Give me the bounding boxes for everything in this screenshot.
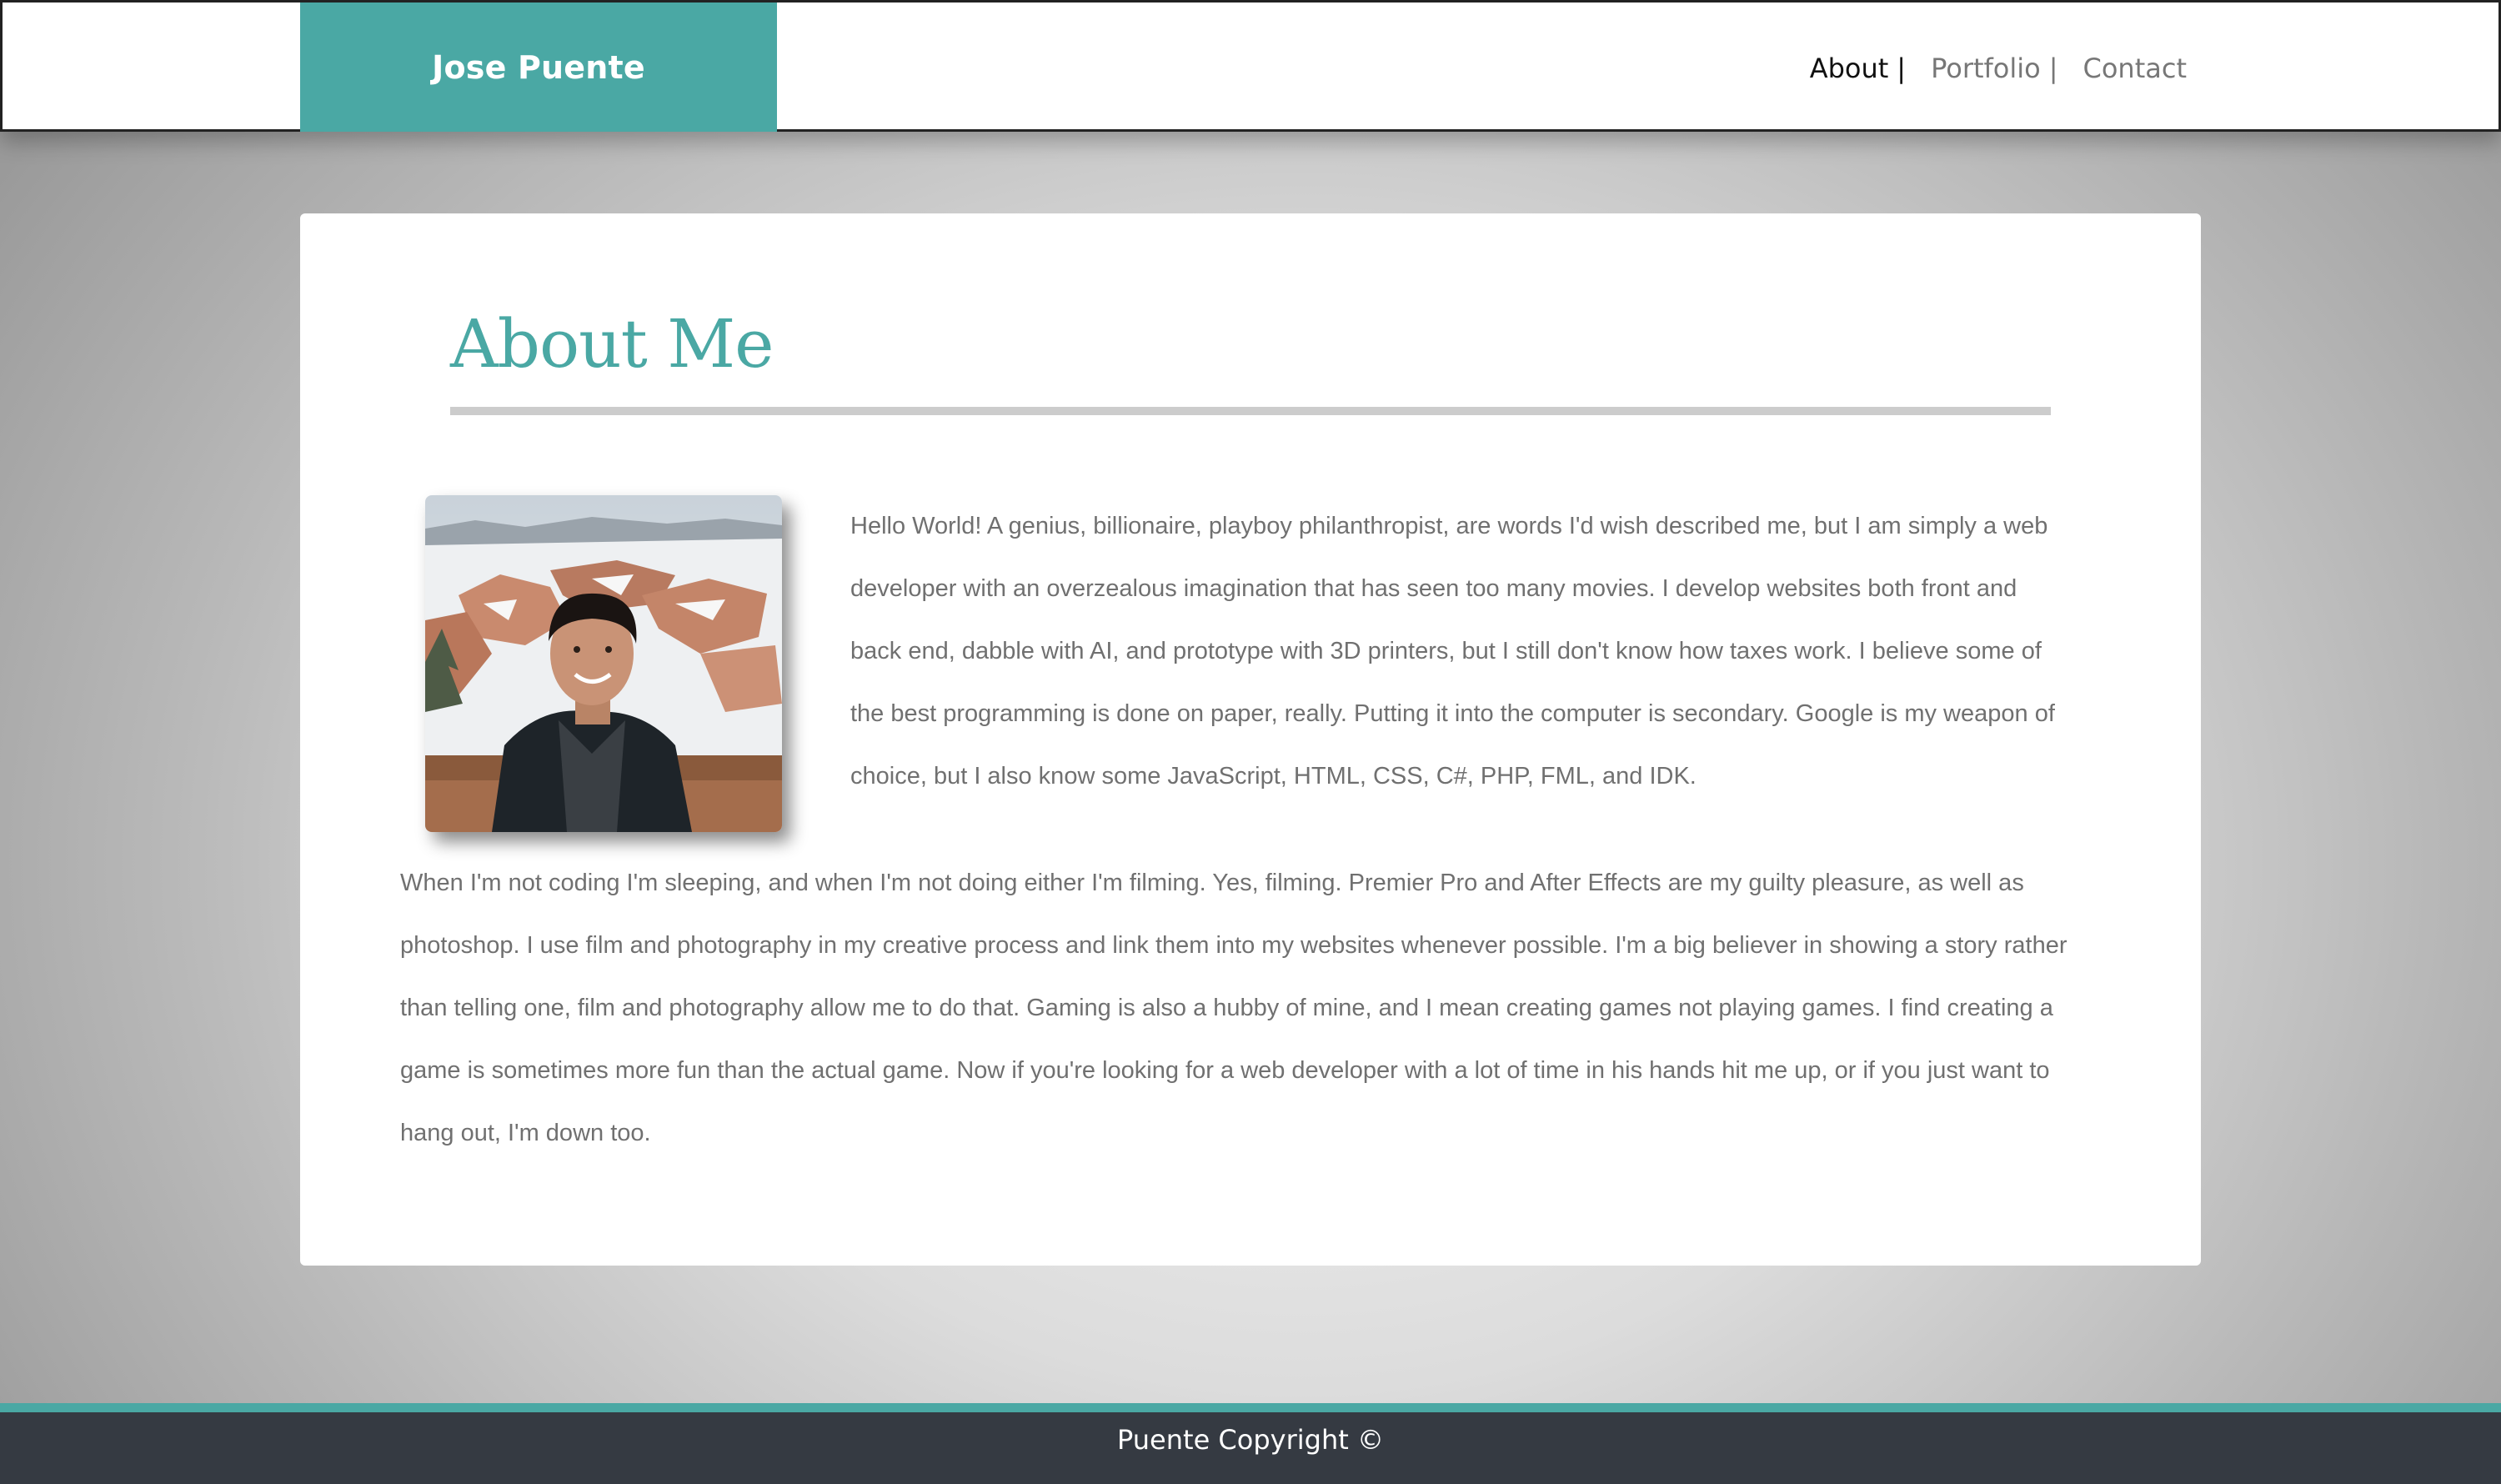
brand-name[interactable]: Jose Puente (300, 3, 777, 132)
nav-portfolio-link[interactable]: Portfolio (1931, 53, 2041, 84)
about-paragraph-intro: Hello World! A genius, billionaire, play… (850, 513, 2055, 790)
main-nav: About | Portfolio | Contact (1810, 3, 2187, 134)
profile-photo (425, 495, 782, 832)
copyright-text: Puente Copyright © (1117, 1424, 1384, 1456)
profile-photo-image (425, 495, 782, 832)
page-title: About Me (450, 305, 774, 383)
title-divider (450, 407, 2051, 415)
nav-separator: | (2048, 53, 2058, 84)
site-header: Jose Puente About | Portfolio | Contact (0, 0, 2501, 132)
site-footer: Puente Copyright © (0, 1403, 2501, 1484)
nav-about-link[interactable]: About (1810, 53, 1889, 84)
about-card: About Me Hello World! A genius, billiona… (300, 213, 2201, 1266)
nav-separator: | (1897, 53, 1907, 84)
nav-contact-link[interactable]: Contact (2083, 53, 2188, 84)
about-paragraph-hobbies: When I'm not coding I'm sleeping, and wh… (400, 870, 2067, 1146)
